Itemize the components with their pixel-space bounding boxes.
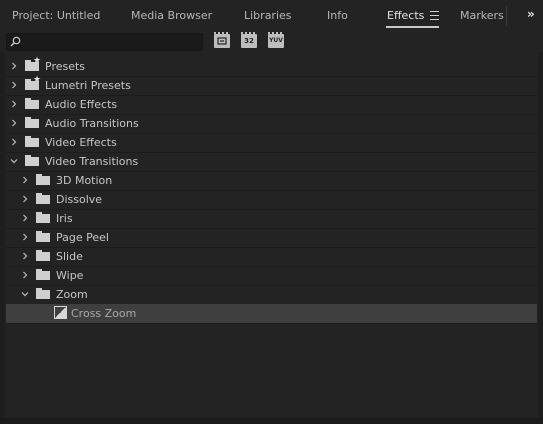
tab-effects[interactable]: Effects xyxy=(387,9,424,25)
tree-item-label: Wipe xyxy=(56,269,84,282)
tree-item-label: Slide xyxy=(56,250,83,263)
chevron-right-icon[interactable] xyxy=(21,271,29,279)
tree-item-label: Iris xyxy=(56,212,73,225)
tree-item-label: Audio Transitions xyxy=(45,117,139,130)
folder-icon xyxy=(36,250,50,261)
tree-row[interactable]: Video Effects xyxy=(6,133,537,153)
folder-icon xyxy=(25,136,39,147)
panel-bottom-edge xyxy=(0,418,543,424)
chevron-right-icon[interactable] xyxy=(10,62,18,70)
folder-icon xyxy=(36,288,50,299)
chevron-right-icon[interactable] xyxy=(10,119,18,127)
tree-row[interactable]: Video Transitions xyxy=(6,152,537,172)
preset-folder-icon: ★ xyxy=(25,57,41,71)
tree-row[interactable]: Wipe xyxy=(6,266,537,286)
active-tab-indicator xyxy=(386,26,439,28)
tree-item-label: Video Transitions xyxy=(45,155,139,168)
preset-folder-icon: ★ xyxy=(25,76,41,90)
panel-tab-bar: Project: Untitled Media Browser Librarie… xyxy=(0,0,543,30)
tree-item-label: Dissolve xyxy=(56,193,103,206)
tree-item-label: 3D Motion xyxy=(56,174,113,187)
effects-search-input[interactable] xyxy=(6,33,203,51)
tab-markers[interactable]: Markers xyxy=(460,9,504,25)
tree-item-label: Presets xyxy=(45,60,86,73)
folder-icon xyxy=(25,117,39,128)
tree-row[interactable]: Slide xyxy=(6,247,537,267)
tree-row[interactable]: Cross Zoom xyxy=(6,304,537,324)
folder-icon xyxy=(25,98,39,109)
search-icon xyxy=(10,36,21,47)
tree-row[interactable]: ★ Lumetri Presets xyxy=(6,76,537,96)
folder-icon xyxy=(36,212,50,223)
chevron-right-icon[interactable] xyxy=(21,214,29,222)
folder-icon xyxy=(36,231,50,242)
panel-left-edge xyxy=(0,52,5,418)
tree-item-label: Video Effects xyxy=(45,136,117,149)
folder-icon xyxy=(36,269,50,280)
chevron-down-icon[interactable] xyxy=(10,157,18,165)
tree-item-label: Zoom xyxy=(56,288,88,301)
chevron-down-icon[interactable] xyxy=(21,290,29,298)
tab-media-browser[interactable]: Media Browser xyxy=(131,9,212,25)
tree-row[interactable]: 3D Motion xyxy=(6,171,537,191)
panel-right-edge xyxy=(538,52,543,418)
effects-tree: ★ Presets ★ Lumetri Presets Audio Effects Aud… xyxy=(6,57,537,417)
tree-row[interactable]: Dissolve xyxy=(6,190,537,210)
chevron-right-icon[interactable] xyxy=(10,100,18,108)
folder-icon xyxy=(36,193,50,204)
tree-row[interactable]: ★ Presets xyxy=(6,57,537,77)
chevron-right-icon[interactable] xyxy=(10,81,18,89)
chevron-right-icon[interactable] xyxy=(21,176,29,184)
transition-effect-icon xyxy=(54,306,67,319)
32-bit-effects-button[interactable]: 32 xyxy=(241,32,257,48)
tab-project[interactable]: Project: Untitled xyxy=(12,9,100,25)
accelerated-effects-icon xyxy=(217,37,227,45)
tree-item-label: Lumetri Presets xyxy=(45,79,131,92)
chevron-right-icon[interactable] xyxy=(21,195,29,203)
yuv-effects-button[interactable]: YUV xyxy=(268,32,284,48)
chevron-right-icon[interactable] xyxy=(10,138,18,146)
tree-row[interactable]: Audio Effects xyxy=(6,95,537,115)
tab-info[interactable]: Info xyxy=(327,9,348,25)
chevron-right-icon[interactable] xyxy=(21,233,29,241)
tree-item-label: Audio Effects xyxy=(45,98,118,111)
tab-libraries[interactable]: Libraries xyxy=(244,9,292,25)
tree-row[interactable]: Iris xyxy=(6,209,537,229)
tree-row[interactable]: Audio Transitions xyxy=(6,114,537,134)
tree-item-label: Cross Zoom xyxy=(71,307,137,320)
tab-overflow-icon[interactable]: » xyxy=(527,7,535,21)
tree-item-label: Page Peel xyxy=(56,231,109,244)
panel-menu-icon[interactable] xyxy=(430,11,439,20)
accelerated-effects-button[interactable] xyxy=(214,32,230,48)
folder-icon xyxy=(36,174,50,185)
chevron-right-icon[interactable] xyxy=(21,252,29,260)
tree-row[interactable]: Page Peel xyxy=(6,228,537,248)
folder-icon xyxy=(25,155,39,166)
tab-divider xyxy=(506,6,507,26)
tree-row[interactable]: Zoom xyxy=(6,285,537,305)
